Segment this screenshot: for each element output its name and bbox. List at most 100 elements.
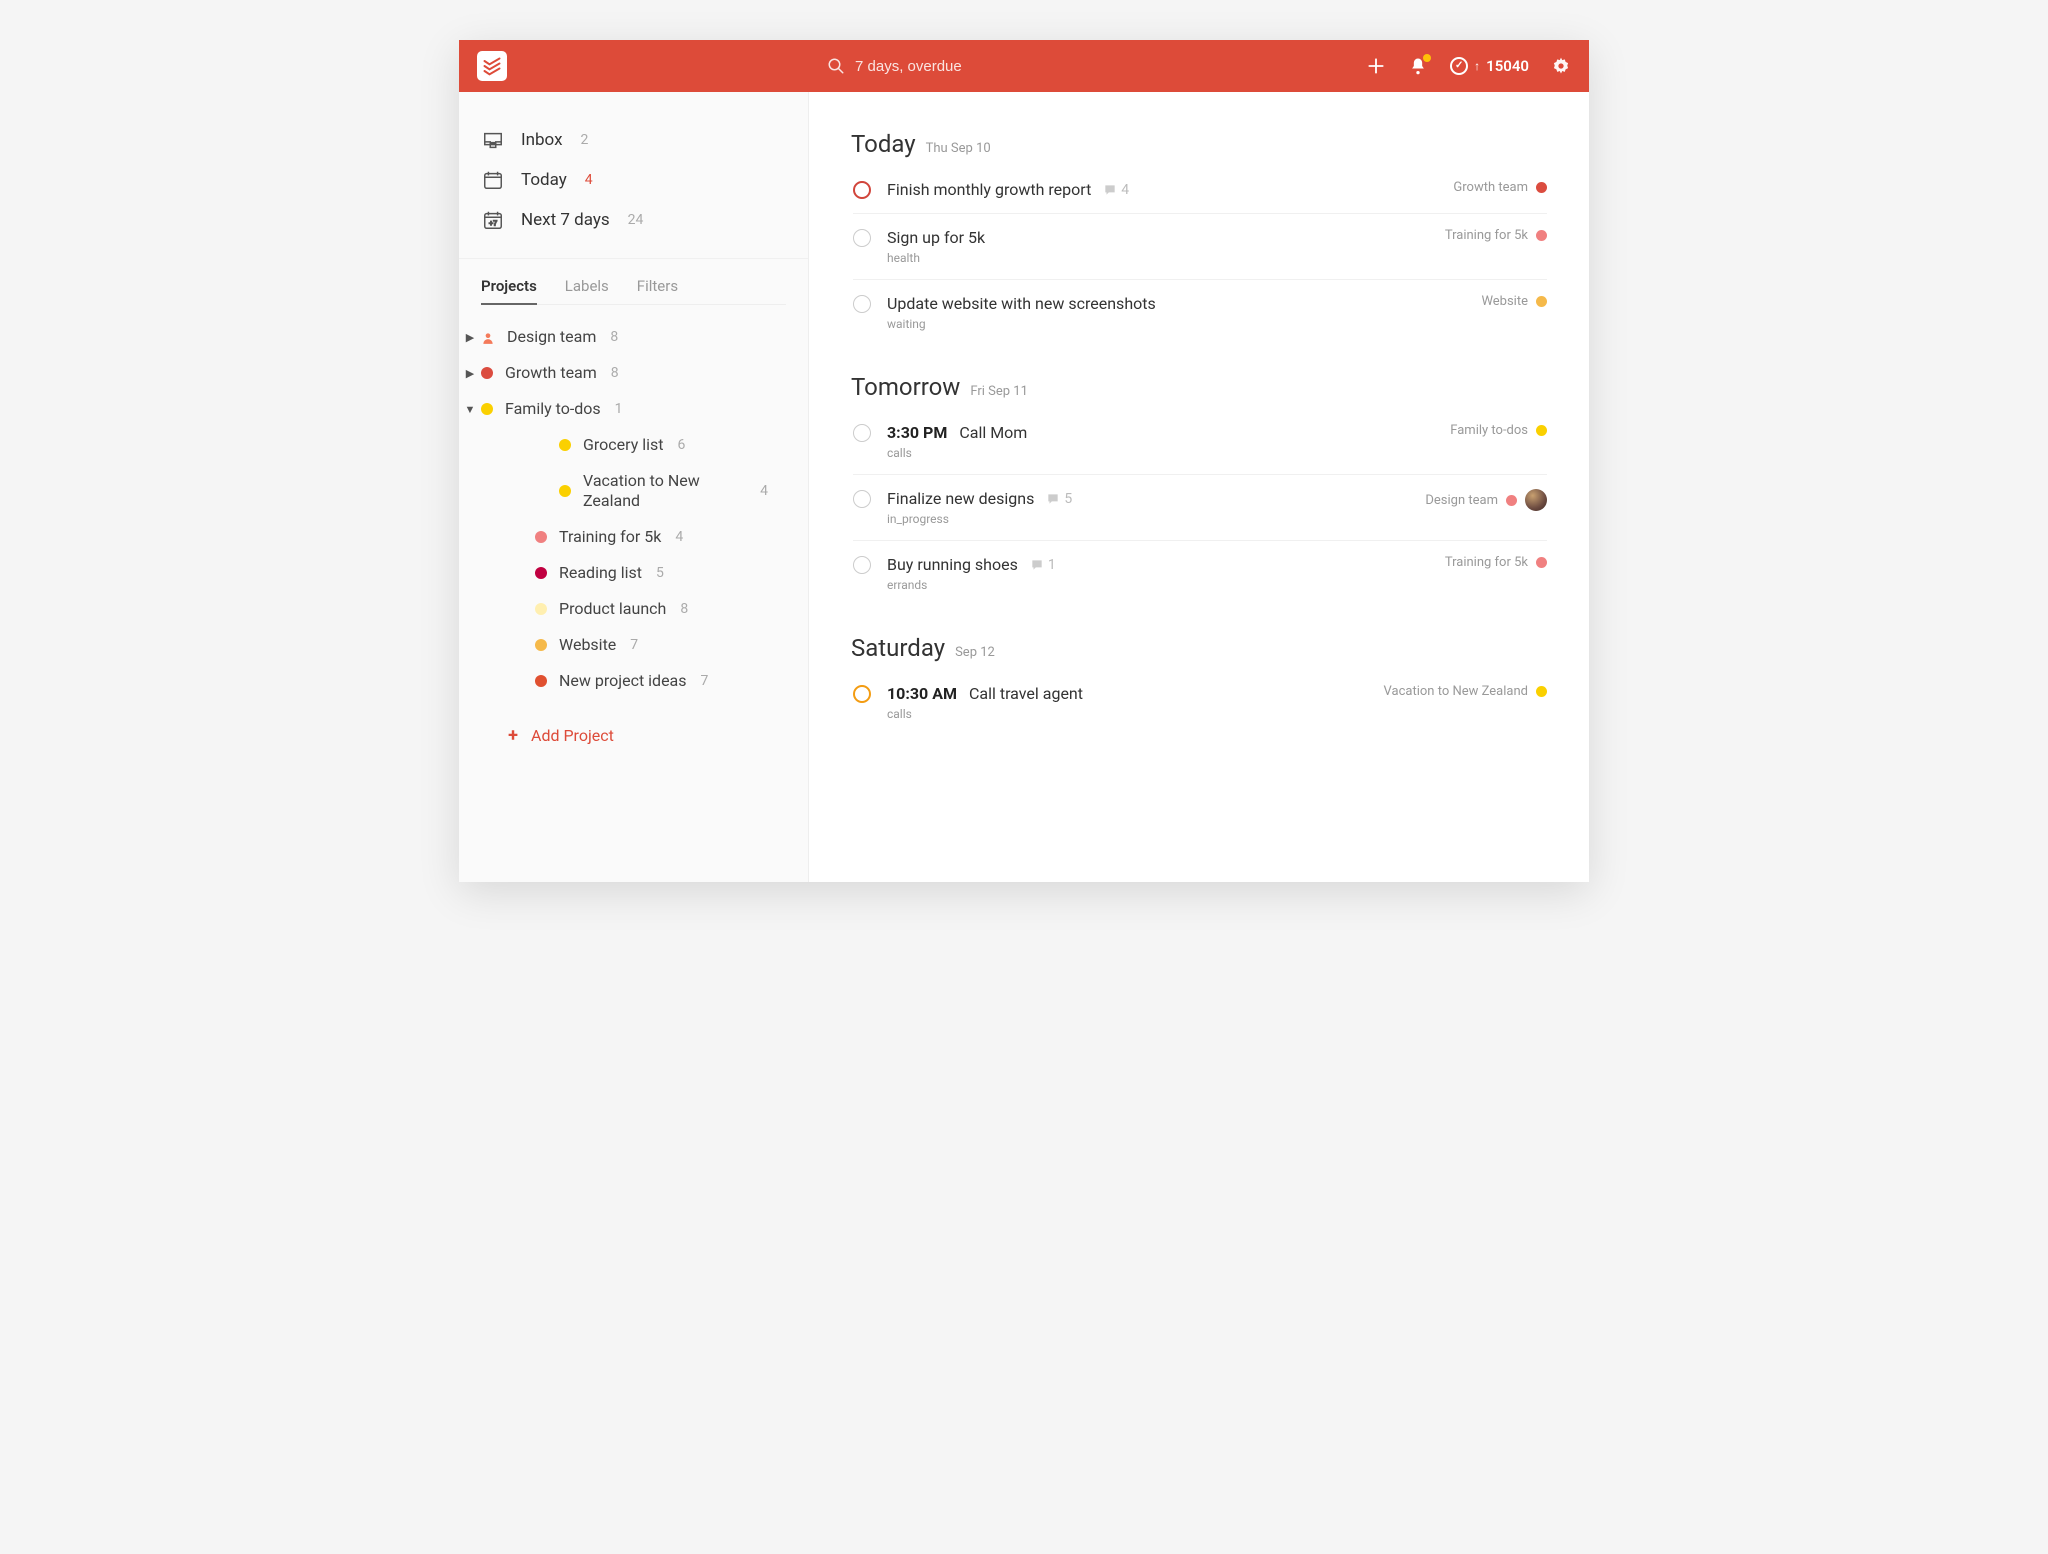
task-row[interactable]: 10:30 AMCall travel agentcallsVacation t… xyxy=(853,670,1547,735)
task-row[interactable]: Update website with new screenshots waiti… xyxy=(853,280,1547,345)
day-date: Sep 12 xyxy=(955,645,995,660)
task-comments[interactable]: 5 xyxy=(1046,491,1072,507)
arrow-up-icon: ↑ xyxy=(1474,59,1480,73)
project-color-dot xyxy=(535,675,547,687)
gear-icon xyxy=(1551,55,1571,77)
task-project-label: Website xyxy=(1481,294,1528,309)
nav-count: 24 xyxy=(628,212,644,228)
project-color-dot xyxy=(481,367,493,379)
task-meta: Family to-dos xyxy=(1450,423,1547,438)
chevron-right-icon: ▶ xyxy=(463,331,477,344)
project-item[interactable]: Vacation to New Zealand4 xyxy=(459,463,808,519)
task-checkbox[interactable] xyxy=(853,295,871,313)
nav-primary: Inbox2Today4 +7 Next 7 days 24 xyxy=(459,120,808,254)
project-name: Family to-dos xyxy=(505,399,601,419)
project-item[interactable]: Training for 5k4 xyxy=(459,519,808,555)
task-checkbox[interactable] xyxy=(853,685,871,703)
settings-button[interactable] xyxy=(1551,56,1571,76)
task-meta: Website xyxy=(1481,294,1547,309)
project-count: 7 xyxy=(630,637,638,653)
todoist-logo-icon xyxy=(482,56,502,76)
notifications-button[interactable] xyxy=(1408,56,1428,76)
project-count: 5 xyxy=(656,565,664,581)
project-item[interactable]: Product launch8 xyxy=(459,591,808,627)
project-color-dot xyxy=(559,485,571,497)
karma-points: 15040 xyxy=(1486,57,1529,75)
app-logo[interactable] xyxy=(477,51,507,81)
search-input[interactable] xyxy=(855,58,1055,75)
task-content: Sign up for 5k health xyxy=(887,228,1429,265)
task-list: 3:30 PMCall MomcallsFamily to-dosFinaliz… xyxy=(851,409,1547,606)
task-project-label: Vacation to New Zealand xyxy=(1384,684,1528,699)
plus-icon: + xyxy=(507,725,519,746)
project-name: Vacation to New Zealand xyxy=(583,471,746,511)
task-checkbox[interactable] xyxy=(853,424,871,442)
task-checkbox[interactable] xyxy=(853,490,871,508)
search[interactable] xyxy=(827,57,1055,75)
project-count: 6 xyxy=(678,437,686,453)
add-task-button[interactable] xyxy=(1366,56,1386,76)
task-subtext: waiting xyxy=(887,317,1465,331)
project-item[interactable]: ▼Family to-dos1 xyxy=(459,391,808,427)
nav-inbox[interactable]: Inbox2 xyxy=(459,120,808,160)
task-title: Update website with new screenshots xyxy=(887,294,1156,313)
task-row[interactable]: 3:30 PMCall MomcallsFamily to-dos xyxy=(853,409,1547,475)
project-item[interactable]: New project ideas7 xyxy=(459,663,808,699)
task-meta: Training for 5k xyxy=(1445,228,1547,243)
karma-indicator[interactable]: ✓ ↑ 15040 xyxy=(1450,57,1529,75)
task-row[interactable]: Buy running shoes1errandsTraining for 5k xyxy=(853,541,1547,606)
comment-icon xyxy=(1046,492,1060,506)
header-actions: ✓ ↑ 15040 xyxy=(1366,56,1571,76)
task-subtext: health xyxy=(887,251,1429,265)
day-date: Thu Sep 10 xyxy=(926,141,991,156)
task-comments[interactable]: 1 xyxy=(1030,557,1056,573)
project-item[interactable]: ▶Design team8 xyxy=(459,319,808,355)
task-subtext: in_progress xyxy=(887,512,1409,526)
task-row[interactable]: Sign up for 5k health Training for 5k xyxy=(853,214,1547,280)
project-item[interactable]: Grocery list6 xyxy=(459,427,808,463)
project-item[interactable]: Website7 xyxy=(459,627,808,663)
day-date: Fri Sep 11 xyxy=(970,384,1028,399)
project-color-dot xyxy=(1506,495,1517,506)
project-count: 4 xyxy=(675,529,683,545)
project-count: 8 xyxy=(610,329,618,345)
task-meta: Training for 5k xyxy=(1445,555,1547,570)
nav-label: Next 7 days xyxy=(521,210,610,230)
project-color-dot xyxy=(535,639,547,651)
day-title: Saturday xyxy=(851,634,945,662)
sidebar-tabs: Projects Labels Filters xyxy=(459,258,808,305)
tab-labels[interactable]: Labels xyxy=(565,269,609,305)
task-row[interactable]: Finalize new designs5in_progressDesign t… xyxy=(853,475,1547,541)
main-content: TodayThu Sep 10Finish monthly growth rep… xyxy=(809,92,1589,882)
task-checkbox[interactable] xyxy=(853,556,871,574)
project-item[interactable]: Reading list5 xyxy=(459,555,808,591)
task-checkbox[interactable] xyxy=(853,229,871,247)
task-comments[interactable]: 4 xyxy=(1103,182,1129,198)
task-title: Sign up for 5k xyxy=(887,228,985,247)
svg-text:+7: +7 xyxy=(489,219,497,228)
project-color-dot xyxy=(559,439,571,451)
assignee-avatar[interactable] xyxy=(1525,489,1547,511)
day-header: Saturday Sep 12 xyxy=(851,634,1547,662)
comment-icon xyxy=(1103,183,1117,197)
task-title: Buy running shoes xyxy=(887,555,1018,574)
nav-next-7-days[interactable]: +7 Next 7 days 24 xyxy=(459,200,808,240)
tab-filters[interactable]: Filters xyxy=(637,269,678,305)
project-count: 1 xyxy=(615,401,623,417)
task-meta: Vacation to New Zealand xyxy=(1384,684,1547,699)
task-row[interactable]: Finish monthly growth report4Growth team xyxy=(853,166,1547,214)
project-item[interactable]: ▶Growth team8 xyxy=(459,355,808,391)
nav-today[interactable]: Today4 xyxy=(459,160,808,200)
task-checkbox[interactable] xyxy=(853,181,871,199)
search-icon xyxy=(827,57,845,75)
day-header: TomorrowFri Sep 11 xyxy=(851,373,1547,401)
add-project-button[interactable]: + Add Project xyxy=(459,713,808,758)
task-project-label: Training for 5k xyxy=(1445,555,1528,570)
person-icon xyxy=(481,330,495,344)
project-name: New project ideas xyxy=(559,671,687,691)
tab-projects[interactable]: Projects xyxy=(481,269,537,305)
task-meta: Growth team xyxy=(1453,180,1547,195)
today-icon xyxy=(481,168,505,192)
task-meta: Design team xyxy=(1425,489,1547,511)
project-color-dot xyxy=(1536,230,1547,241)
